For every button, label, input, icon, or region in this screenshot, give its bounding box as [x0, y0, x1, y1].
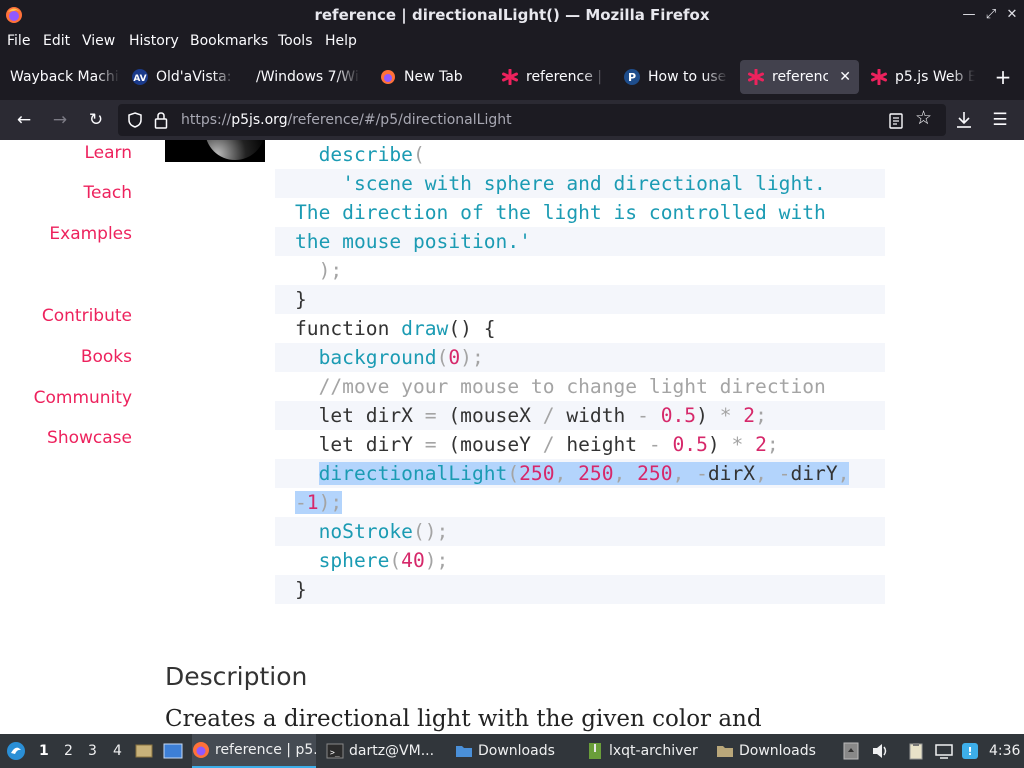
update-notifier-icon[interactable]: !: [961, 742, 979, 760]
bookmark-star-icon[interactable]: ☆: [915, 107, 932, 129]
menu-file[interactable]: File: [7, 33, 30, 49]
keyboard-layout-icon[interactable]: [843, 742, 859, 760]
tab-strip: Wayback Machine AV Old'aVista: /Windows …: [0, 54, 1024, 100]
svg-text:>_: >_: [330, 748, 340, 757]
url-bar[interactable]: https://p5js.org/reference/#/p5/directio…: [118, 104, 946, 136]
reload-icon[interactable]: ↻: [86, 110, 106, 130]
sidebar-item-books[interactable]: Books: [81, 347, 132, 367]
p5-asterisk-icon: [871, 69, 887, 85]
archive-icon: [589, 743, 601, 759]
tab-reference-1[interactable]: reference | p5.js: [502, 60, 606, 94]
taskbar-item-archiver[interactable]: lxqt-archiver: [586, 734, 704, 768]
menu-bookmarks[interactable]: Bookmarks: [190, 33, 268, 49]
firefox-icon: [381, 70, 395, 84]
code-line: The direction of the light is controlled…: [295, 201, 826, 224]
window-switcher-icon[interactable]: [163, 742, 183, 760]
window-titlebar: reference | directionalLight() — Mozilla…: [0, 0, 1024, 30]
menu-view[interactable]: View: [82, 33, 115, 49]
sidebar-item-teach[interactable]: Teach: [84, 183, 133, 203]
code-line: function draw() {: [295, 317, 496, 340]
workspace-2[interactable]: 2: [64, 743, 73, 759]
p5-asterisk-icon: [748, 69, 764, 85]
workspace-4[interactable]: 4: [113, 743, 122, 759]
tab-wayback[interactable]: Wayback Machine: [10, 60, 120, 94]
code-line: );: [318, 259, 343, 282]
code-line: let dirY = (mouseY / height - 0.5) * 2;: [318, 433, 779, 456]
code-line: sphere(40);: [318, 549, 449, 572]
lock-icon[interactable]: [154, 111, 168, 129]
hamburger-menu-icon[interactable]: ☰: [990, 110, 1010, 130]
shield-icon[interactable]: [127, 112, 143, 128]
code-line-selected: -1);: [295, 491, 343, 514]
code-line: }: [275, 285, 885, 314]
svg-text:P: P: [628, 71, 636, 84]
close-window-icon[interactable]: ✕: [1003, 6, 1021, 24]
sidebar-item-examples[interactable]: Examples: [49, 224, 132, 244]
code-line: }: [275, 575, 885, 604]
folder-icon: [456, 746, 472, 757]
sidebar-item-contribute[interactable]: Contribute: [42, 306, 132, 326]
example-canvas-image: [165, 140, 265, 162]
network-icon[interactable]: [934, 742, 954, 760]
tab-new-tab[interactable]: New Tab: [380, 60, 484, 94]
taskbar-item-downloads-2[interactable]: Downloads: [716, 734, 834, 768]
code-line: 'scene with sphere and directional light…: [275, 169, 885, 198]
p-badge-icon: P: [624, 69, 640, 85]
restore-icon[interactable]: ⤢: [982, 6, 1000, 24]
svg-text:AV: AV: [133, 74, 146, 84]
firefox-icon: [193, 742, 209, 758]
download-icon[interactable]: [955, 110, 973, 130]
svg-text:!: !: [967, 745, 972, 758]
back-arrow-icon[interactable]: ←: [14, 110, 34, 130]
menu-bar: File Edit View History Bookmarks Tools H…: [0, 30, 1024, 54]
p5-asterisk-icon: [502, 69, 518, 85]
minimize-icon[interactable]: —: [960, 6, 978, 24]
folder-icon: [717, 746, 733, 757]
navigation-toolbar: ← → ↻ https://p5js.org/reference/#/p5/di…: [0, 100, 1024, 140]
code-line: //move your mouse to change light direct…: [318, 375, 826, 398]
code-line: the mouse position.': [275, 227, 885, 256]
workspace-3[interactable]: 3: [88, 743, 97, 759]
altavista-icon: AV: [132, 69, 148, 85]
menu-edit[interactable]: Edit: [43, 33, 70, 49]
menu-tools[interactable]: Tools: [278, 33, 313, 49]
clipboard-icon[interactable]: [907, 742, 925, 760]
code-line: describe(: [318, 143, 425, 166]
clock[interactable]: 4:36: [989, 743, 1020, 759]
reader-view-icon[interactable]: [889, 113, 903, 129]
new-tab-button[interactable]: +: [992, 66, 1014, 88]
taskbar-item-terminal[interactable]: >_ dartz@VM...: [326, 734, 444, 768]
show-desktop-icon[interactable]: [135, 742, 153, 760]
menu-help[interactable]: Help: [325, 33, 357, 49]
volume-icon[interactable]: [871, 742, 889, 760]
sidebar-item-community[interactable]: Community: [34, 388, 132, 408]
description-heading: Description: [165, 662, 308, 691]
tab-label: New Tab: [404, 69, 463, 85]
close-tab-icon[interactable]: ✕: [839, 69, 851, 85]
taskbar-item-firefox[interactable]: reference | p5.js: [192, 734, 316, 768]
workspace-1[interactable]: 1: [39, 743, 49, 759]
tab-windows7[interactable]: /Windows 7/Wi: [256, 60, 360, 94]
code-line-selected: directionalLight(250, 250, 250, -dirX, -…: [275, 459, 885, 488]
tab-how-to-use[interactable]: P How to use: [624, 60, 728, 94]
tab-label: reference | p5.js: [772, 69, 828, 85]
code-line: let dirX = (mouseX / width - 0.5) * 2;: [275, 401, 885, 430]
url-text[interactable]: https://p5js.org/reference/#/p5/directio…: [181, 112, 512, 128]
code-line: noStroke();: [275, 517, 885, 546]
code-line: background(0);: [275, 343, 885, 372]
window-title: reference | directionalLight() — Mozilla…: [314, 6, 710, 24]
terminal-icon: >_: [326, 743, 344, 759]
description-text: Creates a directional light with the giv…: [165, 706, 762, 732]
taskbar-item-downloads-1[interactable]: Downloads: [455, 734, 573, 768]
start-menu-icon[interactable]: [6, 741, 26, 761]
tab-altavista[interactable]: AV Old'aVista:: [132, 60, 236, 94]
tab-p5-web-editor[interactable]: p5.js Web Editor: [871, 60, 975, 94]
sidebar-item-showcase[interactable]: Showcase: [47, 428, 132, 448]
menu-history[interactable]: History: [129, 33, 179, 49]
forward-arrow-icon[interactable]: →: [50, 110, 70, 130]
tab-reference-active[interactable]: reference | p5.js ✕: [740, 60, 859, 94]
page-content: Learn Teach Examples Contribute Books Co…: [0, 140, 1024, 734]
taskbar: 1 2 3 4 reference | p5.js >_ dartz@VM...…: [0, 734, 1024, 768]
sidebar-item-learn[interactable]: Learn: [84, 143, 132, 163]
